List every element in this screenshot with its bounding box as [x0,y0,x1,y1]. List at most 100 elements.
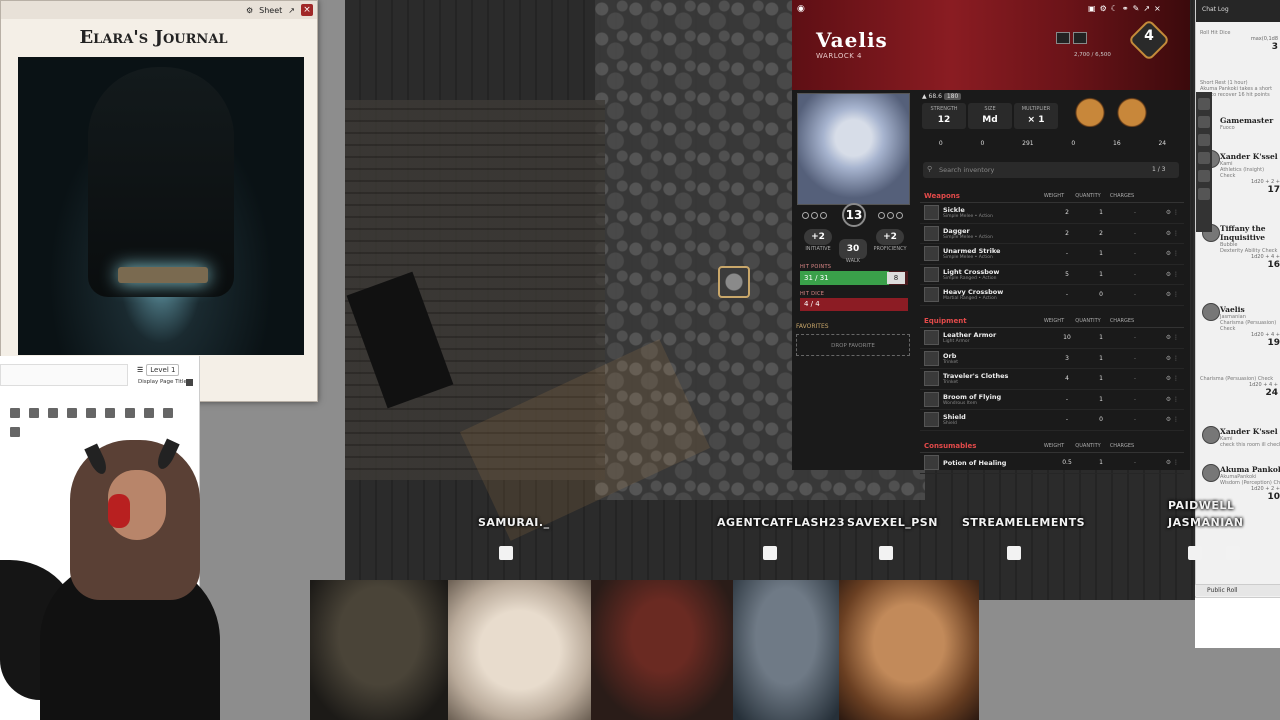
combat-icon[interactable] [1198,152,1210,164]
table-icon[interactable] [10,408,20,418]
currency-value[interactable]: 0 [981,140,985,147]
ordered-list-icon[interactable] [29,408,40,418]
chat-roll-result[interactable]: 3 [1200,42,1278,52]
save-icon[interactable] [162,408,173,418]
item-name[interactable]: Orb [943,352,1053,360]
journal-window[interactable]: ⚙ Sheet ↗ × Elara's Journal [0,0,318,402]
inventory-search-input[interactable]: Search inventory [923,162,1179,178]
item-actions[interactable]: ⚙ ⋮ [1149,271,1179,278]
currency-value[interactable]: 24 [1158,140,1166,147]
item-actions[interactable]: ⚙ ⋮ [1149,230,1179,237]
item-quantity[interactable]: 0 [1081,291,1121,298]
rest-icon[interactable] [1056,32,1070,44]
item-name[interactable]: Light Crossbow [943,268,1053,276]
player-portrait[interactable] [310,580,448,720]
item-quantity[interactable]: 1 [1081,271,1121,278]
item-actions[interactable]: ⚙ ⋮ [1149,375,1179,382]
temp-hp[interactable]: 8 [887,272,905,284]
item-name[interactable]: Broom of Flying [943,393,1053,401]
item-actions[interactable]: ⚙ ⋮ [1149,396,1179,403]
item-quantity[interactable]: 1 [1081,396,1121,403]
player-portrait[interactable] [448,580,591,720]
settings-icon[interactable] [1198,98,1210,110]
link-icon[interactable]: ⚭ [1122,4,1129,13]
image-icon[interactable] [86,408,97,418]
item-actions[interactable]: ⚙ ⋮ [1149,291,1179,298]
inventory-row[interactable]: Heavy Crossbow Martial Ranged • Action - 0 -… [920,285,1184,306]
item-quantity[interactable]: 1 [1081,250,1121,257]
page-indicator[interactable]: 1 / 3 [1152,166,1165,173]
item-actions[interactable]: ⚙ ⋮ [1149,250,1179,257]
player-portrait[interactable] [733,580,839,720]
chat-roll-result[interactable]: 24 [1200,388,1278,398]
item-quantity[interactable]: 1 [1081,355,1121,362]
dice-icon[interactable] [1198,116,1210,128]
level-select[interactable]: Level 1 [146,364,180,376]
display-page-title-checkbox[interactable] [186,379,193,386]
character-sheet[interactable]: ◉ ▣ ⚙ ☾ ⚭ ✎ ↗ × Vaelis WARLOCK 4 2,700 /… [792,0,1190,474]
magic-icon[interactable] [143,408,154,418]
currency-value[interactable]: 0 [1071,140,1075,147]
item-actions[interactable]: ⚙ ⋮ [1149,209,1179,216]
inventory-row[interactable]: Traveler's Clothes Trinket 4 1 - ⚙ ⋮ [920,369,1184,390]
inventory-row[interactable]: Dagger Simple Melee • Action 2 2 - ⚙ ⋮ [920,224,1184,244]
favorites-drop-zone[interactable]: DROP FAVORITE [796,334,910,356]
pouch-icon[interactable] [1116,95,1148,127]
inventory-row[interactable]: Unarmed Strike Simple Melee • Action - 1 - ⚙ … [920,244,1184,265]
align-icon[interactable] [67,408,78,418]
currency-value[interactable]: 0 [939,140,943,147]
chat-roll-result[interactable]: 16 [1220,260,1280,270]
death-save-successes[interactable] [878,212,903,219]
public-roll-select[interactable]: Public Roll [1195,584,1280,596]
close-icon[interactable]: × [1154,4,1161,13]
item-actions[interactable]: ⚙ ⋮ [1149,355,1179,362]
item-name[interactable]: Dagger [943,227,1053,235]
code-icon[interactable] [10,427,20,437]
editor-title-field[interactable] [0,364,128,386]
gear-icon[interactable]: ⚙ [1100,4,1107,13]
inventory-row[interactable]: Potion of Healing 0.5 1 - ⚙ ⋮ [920,453,1184,474]
hp-bar[interactable]: 31 / 31 8 [800,271,908,285]
player-portrait[interactable] [591,580,733,720]
close-icon[interactable]: × [301,4,313,16]
inventory-row[interactable]: Shield Shield - 0 - ⚙ ⋮ [920,410,1184,431]
camp-icon[interactable] [1073,32,1087,44]
inventory-row[interactable]: Broom of Flying Wondrous Item - 1 - ⚙ ⋮ [920,390,1184,410]
hit-dice-value[interactable]: 4 / 4 [800,298,908,311]
popout-icon[interactable]: ↗ [1143,4,1150,13]
currency-value[interactable]: 291 [1022,140,1033,147]
macro-icon[interactable] [1198,170,1210,182]
item-quantity[interactable]: 1 [1081,459,1121,466]
item-quantity[interactable]: 0 [1081,416,1121,423]
book-icon[interactable]: ▣ [1088,4,1096,13]
item-quantity[interactable]: 1 [1081,334,1121,341]
edit-icon[interactable]: ✎ [1133,4,1140,13]
item-quantity[interactable]: 2 [1081,230,1121,237]
gear-icon[interactable]: ⚙ [246,6,253,15]
item-actions[interactable]: ⚙ ⋮ [1149,334,1179,341]
player-portrait[interactable] [839,580,979,720]
item-quantity[interactable]: 1 [1081,209,1121,216]
item-name[interactable]: Potion of Healing [943,459,1053,467]
death-save-fails[interactable] [802,212,827,219]
chat-roll-result[interactable]: 19 [1220,338,1280,348]
inventory-row[interactable]: Leather Armor Light Armor 10 1 - ⚙ ⋮ [920,328,1184,349]
inventory-row[interactable]: Light Crossbow Simple Ranged • Action 5 1 - ⚙… [920,265,1184,285]
link-icon[interactable] [105,408,116,418]
moon-icon[interactable]: ☾ [1111,4,1118,13]
chat-roll-result[interactable]: 17 [1220,185,1280,195]
journal-icon[interactable] [1198,134,1210,146]
clear-format-icon[interactable] [124,408,135,418]
currency-value[interactable]: 16 [1113,140,1121,147]
item-actions[interactable]: ⚙ ⋮ [1149,459,1179,466]
map-token-vaelis[interactable] [718,266,750,298]
inventory-row[interactable]: Sickle Simple Melee • Action 2 1 - ⚙ ⋮ [920,203,1184,224]
sheet-menu-icon[interactable]: ◉ [797,4,805,14]
backpack-icon[interactable] [1074,95,1106,127]
bullet-list-icon[interactable] [48,408,59,418]
chat-input[interactable] [1195,597,1280,648]
inventory-row[interactable]: Orb Trinket 3 1 - ⚙ ⋮ [920,349,1184,369]
item-name[interactable]: Shield [943,413,1053,421]
sheet-button[interactable]: Sheet [259,6,282,15]
character-portrait[interactable] [797,93,910,205]
